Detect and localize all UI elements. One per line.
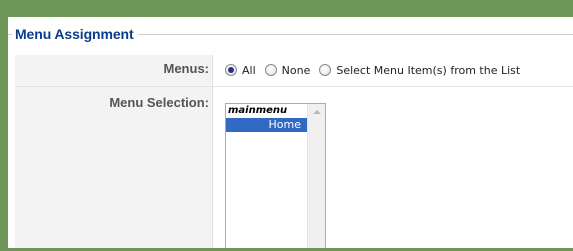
radio-button-none[interactable] xyxy=(264,64,277,76)
optgroup-mainmenu: mainmenu xyxy=(228,105,288,116)
window-frame: Menu Assignment Menus: Menu Selection: A… xyxy=(0,0,573,251)
radio-option-none[interactable]: None xyxy=(264,63,311,77)
scroll-up-button[interactable] xyxy=(308,104,325,120)
radio-label-none: None xyxy=(281,63,311,77)
list-item-home[interactable]: Home xyxy=(226,118,307,132)
radio-button-select-items[interactable] xyxy=(319,64,332,76)
radio-option-select-items[interactable]: Select Menu Item(s) from the List xyxy=(319,64,520,77)
radio-label-select-items: Select Menu Item(s) from the List xyxy=(336,63,521,77)
menus-radio-group: All None Select Menu Item(s) from the Li… xyxy=(225,62,529,78)
menu-assignment-panel: Menu Assignment Menus: Menu Selection: A… xyxy=(8,17,573,248)
menu-selection-listbox[interactable]: mainmenu Home xyxy=(225,103,326,248)
radio-option-all[interactable]: All xyxy=(225,64,256,77)
radio-button-all[interactable] xyxy=(225,64,237,76)
menu-selection-label: Menu Selection: xyxy=(109,95,209,110)
listbox-content: mainmenu Home xyxy=(226,104,307,248)
label-column xyxy=(15,55,213,248)
menus-label: Menus: xyxy=(163,61,210,76)
row-divider xyxy=(15,86,573,87)
radio-label-all: All xyxy=(242,63,256,77)
fieldset-legend: Menu Assignment xyxy=(12,25,138,43)
listbox-scrollbar[interactable] xyxy=(307,104,325,248)
chevron-up-icon xyxy=(312,110,321,114)
